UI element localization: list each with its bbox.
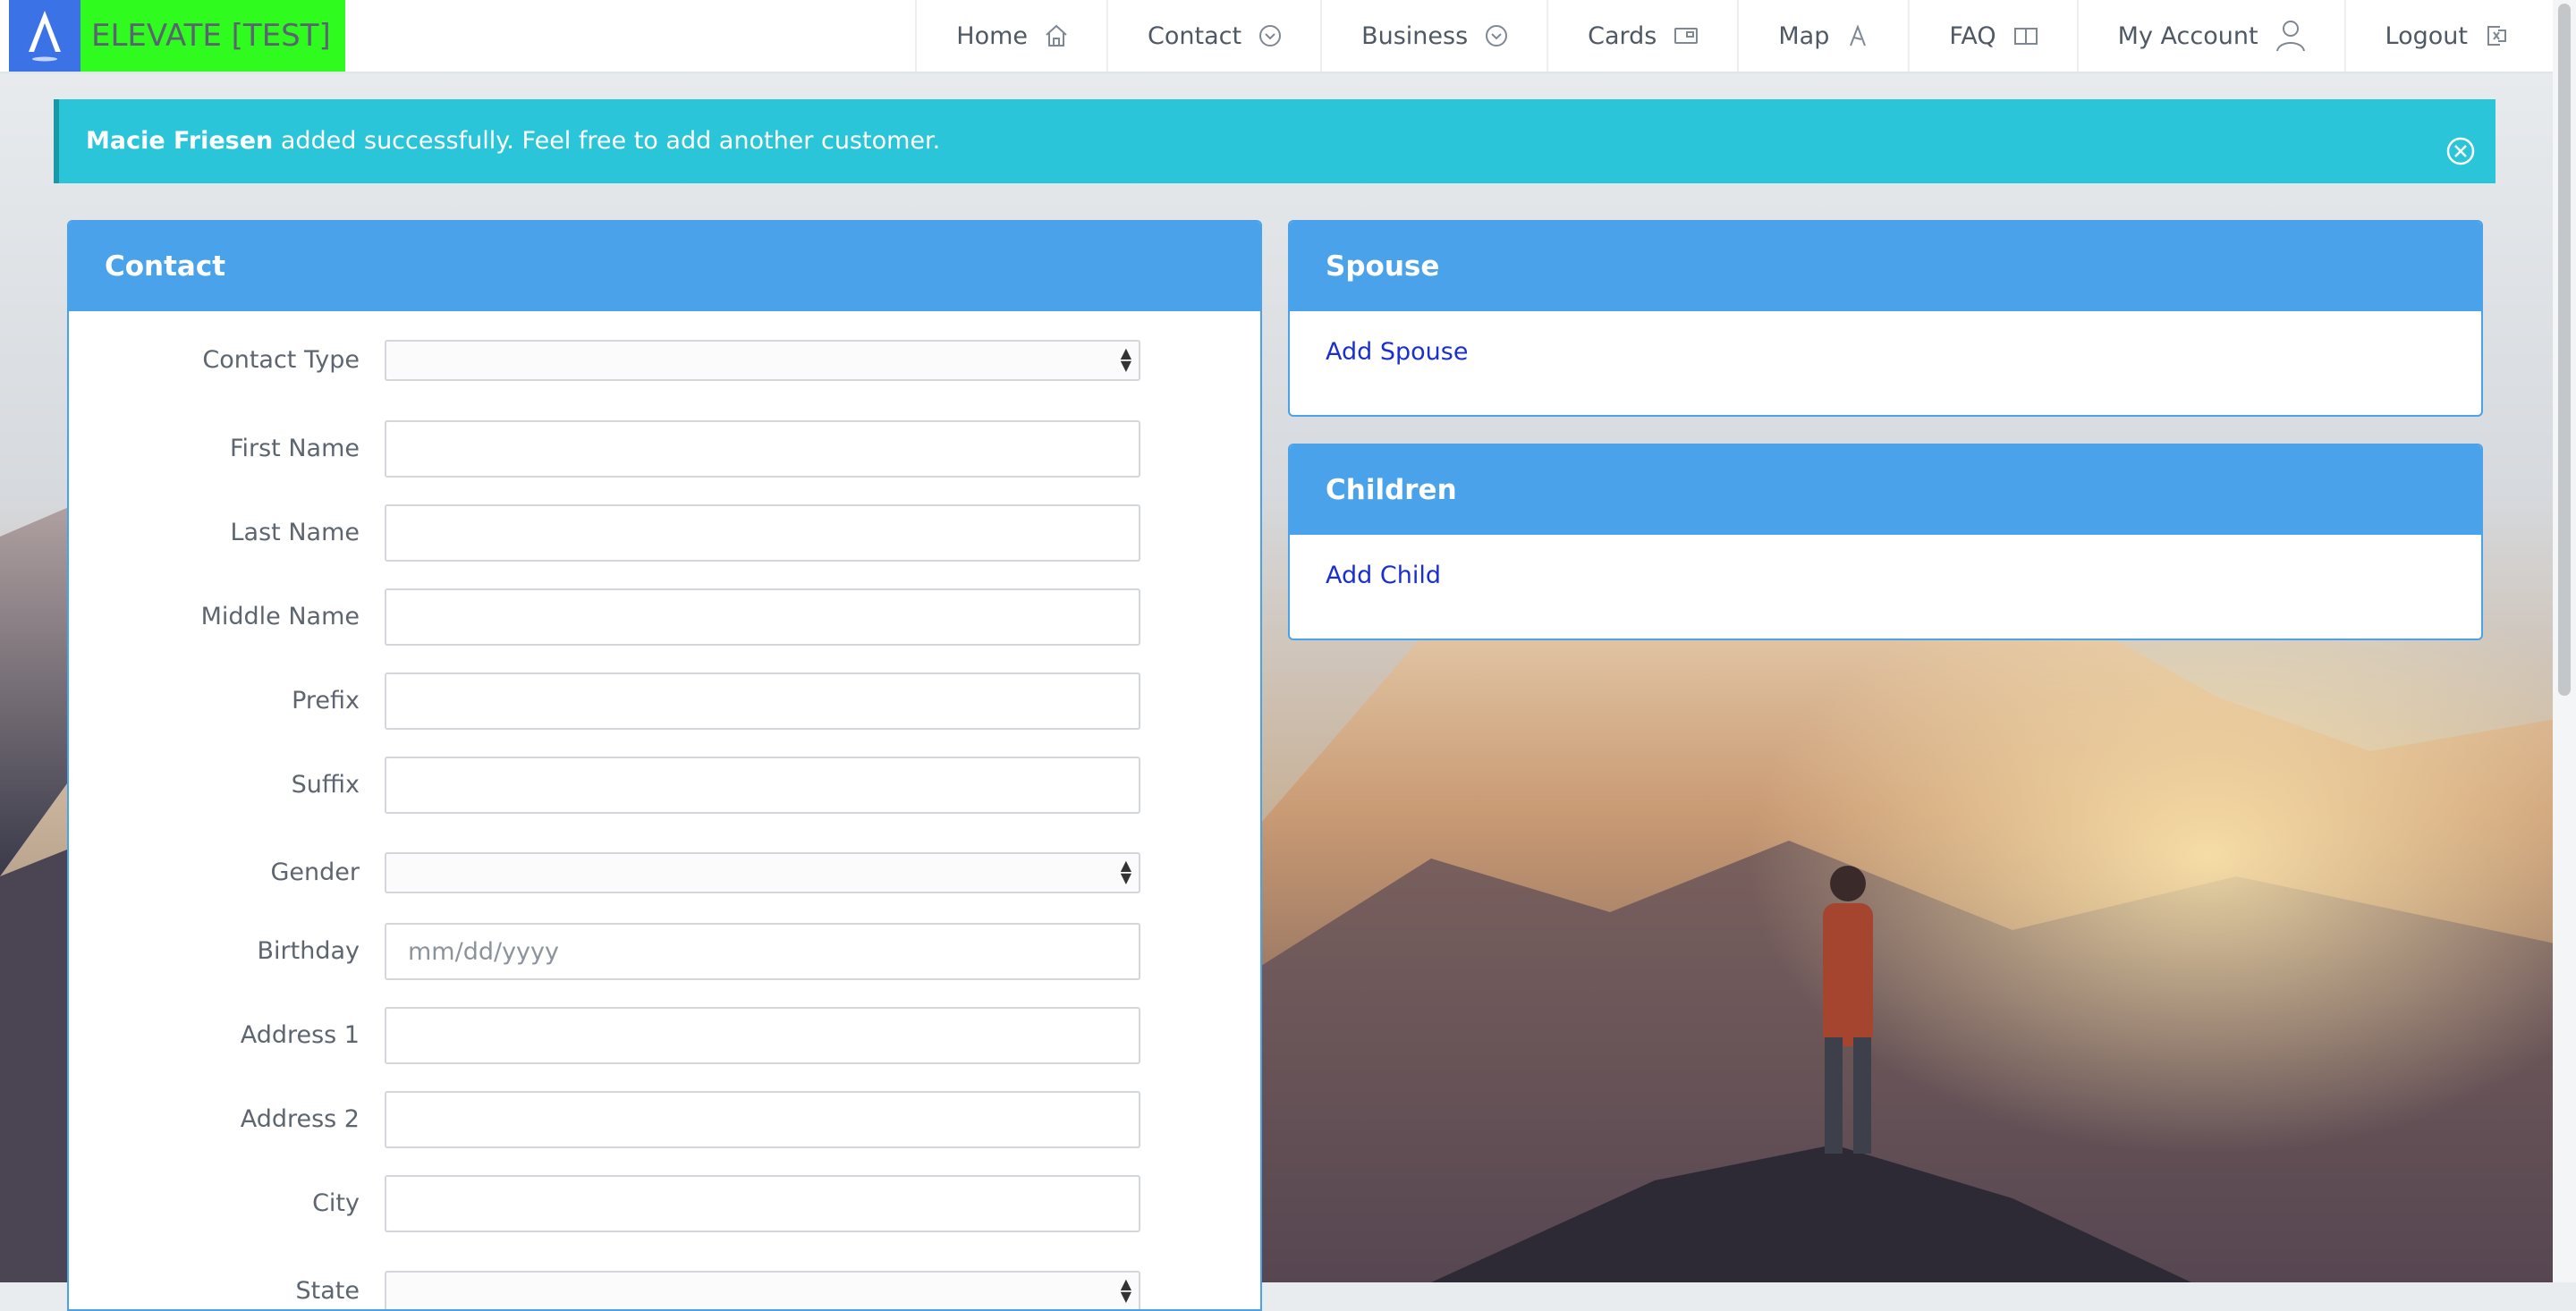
nav-map[interactable]: Map — [1737, 0, 1908, 72]
nav-my-account-label: My Account — [2117, 21, 2258, 50]
state-label: State — [295, 1277, 360, 1305]
address-1-label: Address 1 — [240, 1021, 360, 1049]
top-navbar: ELEVATE [TEST] Home Contact Business Car… — [0, 0, 2576, 73]
address-2-label: Address 2 — [240, 1105, 360, 1133]
map-pen-icon — [1845, 23, 1870, 48]
city-input[interactable] — [385, 1175, 1140, 1232]
nav-logout[interactable]: Logout — [2343, 0, 2546, 72]
nav-menu: Home Contact Business Cards Map FAQ My A… — [915, 0, 2546, 72]
nav-faq[interactable]: FAQ — [1908, 0, 2076, 72]
suffix-input[interactable] — [385, 757, 1140, 814]
gender-select[interactable]: ▲ ▼ — [385, 852, 1140, 893]
alert-customer-name: Macie Friesen — [86, 127, 274, 155]
middle-name-label: Middle Name — [200, 603, 360, 630]
prefix-label: Prefix — [292, 687, 360, 715]
gender-label: Gender — [270, 858, 360, 886]
contact-panel: Contact Contact Type ▲ ▼ First Name Last … — [67, 220, 1262, 1311]
form-row-state: State ▲ ▼ — [69, 1263, 1260, 1309]
nav-business[interactable]: Business — [1320, 0, 1546, 72]
form-row-address-1: Address 1 — [69, 1007, 1260, 1064]
chevron-circle-icon — [1258, 23, 1283, 48]
nav-contact[interactable]: Contact — [1106, 0, 1320, 72]
contact-panel-title: Contact — [69, 222, 1260, 311]
contact-type-select[interactable]: ▲ ▼ — [385, 340, 1140, 381]
first-name-label: First Name — [229, 435, 360, 462]
nav-logout-label: Logout — [2385, 21, 2468, 50]
nav-home[interactable]: Home — [915, 0, 1106, 72]
select-arrows-icon: ▲ ▼ — [1120, 344, 1131, 374]
birthday-label: Birthday — [257, 937, 360, 965]
form-row-gender: Gender ▲ ▼ — [69, 844, 1260, 901]
form-row-last-name: Last Name — [69, 504, 1260, 562]
brand-name[interactable]: ELEVATE [TEST] — [80, 0, 345, 72]
nav-cards[interactable]: Cards — [1546, 0, 1737, 72]
add-child-link[interactable]: Add Child — [1290, 535, 2481, 589]
address-1-input[interactable] — [385, 1007, 1140, 1064]
spouse-panel-title: Spouse — [1290, 222, 2481, 311]
nav-contact-label: Contact — [1148, 21, 1242, 50]
card-icon — [1673, 23, 1699, 48]
suffix-label: Suffix — [291, 771, 360, 799]
middle-name-input[interactable] — [385, 588, 1140, 646]
alert-message: added successfully. Feel free to add ano… — [273, 127, 941, 155]
last-name-label: Last Name — [230, 519, 360, 546]
birthday-input[interactable] — [385, 923, 1140, 980]
home-icon — [1044, 23, 1069, 48]
form-row-birthday: Birthday — [69, 923, 1260, 980]
form-row-middle-name: Middle Name — [69, 588, 1260, 646]
children-panel-title: Children — [1290, 445, 2481, 535]
form-row-city: City — [69, 1175, 1260, 1232]
close-icon[interactable] — [2445, 117, 2476, 165]
nav-my-account[interactable]: My Account — [2076, 0, 2344, 72]
logout-icon — [2484, 23, 2509, 48]
nav-cards-label: Cards — [1588, 21, 1657, 50]
nav-map-label: Map — [1778, 21, 1830, 50]
contact-type-label: Contact Type — [202, 346, 360, 374]
children-panel: Children Add Child — [1288, 444, 2483, 640]
form-row-first-name: First Name — [69, 420, 1260, 478]
scrollbar-thumb[interactable] — [2558, 4, 2571, 696]
chevron-circle-icon — [1484, 23, 1509, 48]
form-row-prefix: Prefix — [69, 672, 1260, 730]
address-2-input[interactable] — [385, 1091, 1140, 1148]
nav-home-label: Home — [956, 21, 1029, 50]
form-row-contact-type: Contact Type ▲ ▼ — [69, 332, 1260, 389]
nav-faq-label: FAQ — [1949, 21, 1996, 50]
brand-logo-icon[interactable] — [9, 0, 80, 72]
user-icon — [2275, 18, 2307, 54]
page-scrollbar[interactable] — [2553, 0, 2576, 1282]
select-arrows-icon: ▲ ▼ — [1120, 1275, 1131, 1305]
form-row-address-2: Address 2 — [69, 1091, 1260, 1148]
select-arrows-icon: ▲ ▼ — [1120, 857, 1131, 886]
nav-business-label: Business — [1361, 21, 1469, 50]
add-spouse-link[interactable]: Add Spouse — [1290, 311, 2481, 366]
success-alert: Macie Friesen added successfully. Feel f… — [54, 99, 2496, 183]
city-label: City — [312, 1189, 360, 1217]
spouse-panel: Spouse Add Spouse — [1288, 220, 2483, 417]
form-row-suffix: Suffix — [69, 757, 1260, 814]
book-icon — [2012, 23, 2039, 48]
last-name-input[interactable] — [385, 504, 1140, 562]
state-select[interactable]: ▲ ▼ — [385, 1271, 1140, 1309]
first-name-input[interactable] — [385, 420, 1140, 478]
prefix-input[interactable] — [385, 672, 1140, 730]
